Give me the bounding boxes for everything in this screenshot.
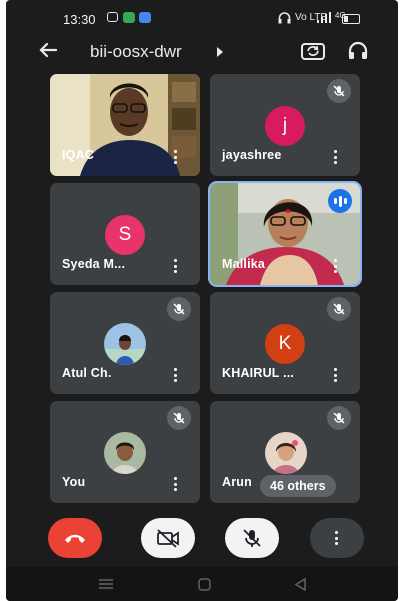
others-participants-badge[interactable]: 46 others <box>260 475 336 497</box>
app-notification-icon <box>139 12 151 23</box>
more-vert-icon[interactable] <box>174 259 178 273</box>
participant-tile-you[interactable]: You <box>50 401 200 503</box>
meeting-code[interactable]: bii-oosx-dwr <box>90 42 182 62</box>
more-options-button[interactable] <box>310 518 364 558</box>
avatar <box>265 432 307 474</box>
avatar: j <box>265 106 305 146</box>
avatar: S <box>105 215 145 255</box>
participant-tile-mallika[interactable]: Mallika <box>208 181 362 287</box>
menu-icon[interactable] <box>99 579 113 589</box>
meeting-app-bar: bii-oosx-dwr <box>6 34 398 68</box>
videocam-off-icon <box>157 529 179 548</box>
home-icon[interactable] <box>198 578 211 591</box>
more-vert-icon[interactable] <box>334 368 338 382</box>
participant-tile-jayashree[interactable]: j jayashree <box>210 74 360 176</box>
headset-status-icon <box>278 12 291 24</box>
more-vert-icon[interactable] <box>174 477 178 491</box>
arrow-left-icon[interactable] <box>36 38 60 62</box>
more-vert-icon[interactable] <box>174 150 178 164</box>
camera-toggle-button[interactable] <box>141 518 195 558</box>
flip-camera-icon[interactable] <box>300 38 326 64</box>
participant-name: Mallika <box>222 257 266 271</box>
mic-off-icon <box>327 297 351 321</box>
participant-name: IQAC <box>62 148 95 162</box>
end-call-button[interactable] <box>48 518 102 558</box>
avatar: K <box>265 324 305 364</box>
headphones-icon[interactable] <box>346 39 370 63</box>
participant-tile-syeda[interactable]: S Syeda M... <box>50 183 200 285</box>
avatar <box>104 432 146 474</box>
participant-tile-iqac[interactable]: IQAC <box>50 74 200 176</box>
system-navigation-bar <box>6 567 398 601</box>
signal-icon <box>317 12 331 23</box>
mic-off-icon <box>243 529 261 547</box>
more-vert-icon[interactable] <box>334 150 338 164</box>
mic-off-icon <box>167 297 191 321</box>
meet-app-icon <box>123 12 135 23</box>
participant-name: Syeda M... <box>62 257 126 271</box>
more-vert-icon[interactable] <box>174 368 178 382</box>
call-controls <box>6 516 398 560</box>
participant-tile-atul[interactable]: Atul Ch. <box>50 292 200 394</box>
mic-off-icon <box>327 79 351 103</box>
call-end-icon <box>65 534 85 543</box>
mic-off-icon <box>167 406 191 430</box>
mic-off-icon <box>327 406 351 430</box>
status-time: 13:30 <box>63 12 96 27</box>
participant-tile-khairul[interactable]: K KHAIRUL ... <box>210 292 360 394</box>
meeting-details-caret-icon[interactable] <box>217 47 223 57</box>
battery-icon <box>342 14 360 24</box>
more-vert-icon <box>335 531 339 545</box>
meet-screen: 13:30 Vo LTE 4G bii-oosx-dwr IQAC j jaya… <box>6 0 398 601</box>
participant-name: Arun <box>222 475 252 489</box>
mic-toggle-button[interactable] <box>225 518 279 558</box>
avatar <box>104 323 146 365</box>
participant-name: KHAIRUL ... <box>222 366 295 380</box>
message-icon <box>107 12 118 22</box>
participant-name: Atul Ch. <box>62 366 112 380</box>
more-vert-icon[interactable] <box>334 259 338 273</box>
participant-name: jayashree <box>222 148 282 162</box>
speaking-indicator-icon <box>328 189 352 213</box>
status-bar: 13:30 Vo LTE 4G <box>6 0 398 34</box>
back-nav-icon[interactable] <box>294 578 306 591</box>
participant-name: You <box>62 475 86 489</box>
